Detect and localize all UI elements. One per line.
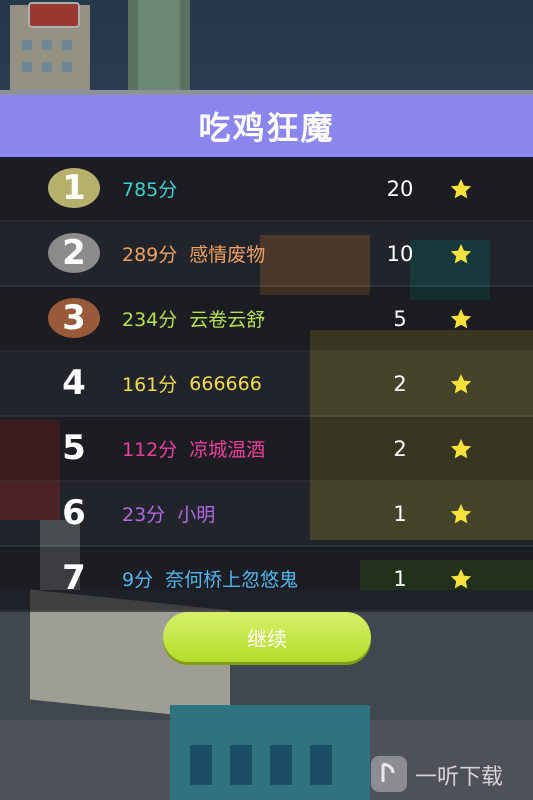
rank-number: 6 (62, 493, 86, 533)
rank-badge-silver: 2 (48, 233, 100, 273)
chicken-count: 5 (393, 306, 407, 331)
rank-number: 7 (62, 558, 86, 598)
leaderboard-row-4: 4 161分 666666 2 (0, 352, 533, 417)
star-icon (450, 374, 472, 394)
chicken-count: 1 (393, 566, 407, 591)
star-icon (450, 439, 472, 459)
leaderboard-row-7: 7 9分 奈何桥上忽悠鬼 1 (0, 547, 533, 612)
star-icon (450, 504, 472, 524)
page-title: 吃鸡狂魔 (198, 109, 335, 147)
title-banner: 吃鸡狂魔 (0, 95, 533, 157)
continue-button[interactable]: 继续 (163, 612, 371, 662)
chicken-count: 2 (393, 371, 407, 396)
rank-number: 5 (62, 428, 86, 468)
leaderboard-row-3: 3 234分 云卷云舒 5 (0, 287, 533, 352)
player-name: 奈何桥上忽悠鬼 (165, 569, 299, 591)
chicken-count: 2 (393, 436, 407, 461)
chicken-count: 10 (386, 241, 414, 266)
player-name: 小明 (177, 504, 216, 526)
leaderboard-row-2: 2 289分 感情废物 10 (0, 222, 533, 287)
score-value: 112分 (122, 439, 178, 461)
score-value: 9分 (122, 569, 154, 591)
score-value: 234分 (122, 309, 178, 331)
score-value: 785分 (122, 179, 178, 201)
score-entry: 785分 (122, 157, 177, 220)
star-icon (450, 179, 472, 199)
watermark-logo: 一听下载 (371, 756, 503, 792)
rank-badge-bronze: 3 (48, 298, 100, 338)
leaderboard-row-1: 1 785分 20 (0, 157, 533, 222)
score-entry: 161分 666666 (122, 352, 262, 415)
player-name: 感情废物 (189, 244, 266, 266)
svg-text:一听下载: 一听下载 (415, 765, 503, 790)
chicken-count: 1 (393, 501, 407, 526)
rank-badge-gold: 1 (48, 168, 100, 208)
player-name: 666666 (189, 372, 262, 395)
score-entry: 9分 奈何桥上忽悠鬼 (122, 547, 298, 610)
star-icon (450, 309, 472, 329)
score-value: 23分 (122, 504, 166, 526)
chicken-count: 20 (386, 176, 414, 201)
leaderboard-row-5: 5 112分 凉城温酒 2 (0, 417, 533, 482)
score-entry: 23分 小明 (122, 482, 215, 545)
score-entry: 112分 凉城温酒 (122, 417, 265, 480)
star-icon (450, 244, 472, 264)
leaderboard: 1 785分 20 2 289分 感情废物 10 3 234分 云卷云舒 5 4… (0, 157, 533, 612)
score-entry: 234分 云卷云舒 (122, 287, 265, 350)
player-name: 凉城温酒 (189, 439, 266, 461)
rank-number: 4 (62, 363, 86, 403)
score-value: 161分 (122, 374, 178, 396)
score-entry: 289分 感情废物 (122, 222, 265, 285)
star-icon (450, 569, 472, 589)
score-value: 289分 (122, 244, 178, 266)
leaderboard-row-6: 6 23分 小明 1 (0, 482, 533, 547)
player-name: 云卷云舒 (189, 309, 266, 331)
